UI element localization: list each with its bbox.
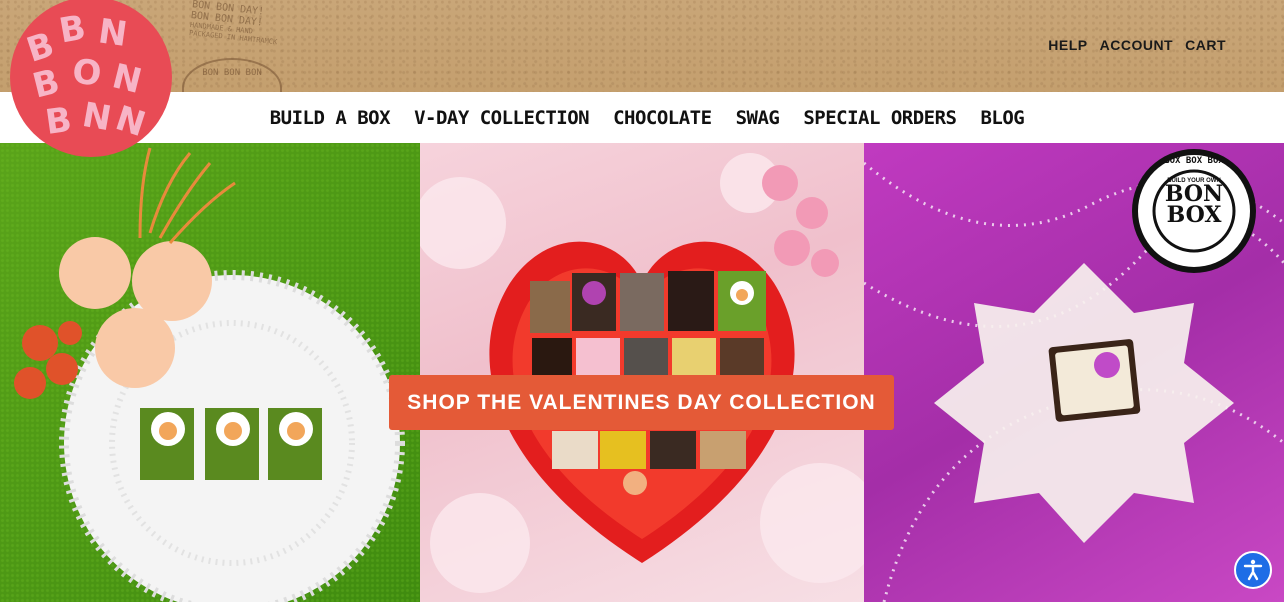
- accessibility-button[interactable]: [1234, 551, 1272, 589]
- bon-bon-bon-logo-icon: B B N B O N B N N: [22, 8, 150, 146]
- hero-panel-purple: BOX BOX BOX BUILD YOUR OWN BON BOX: [864, 143, 1284, 602]
- account-link[interactable]: ACCOUNT: [1100, 37, 1174, 53]
- svg-text:B: B: [56, 8, 88, 52]
- help-link[interactable]: HELP: [1048, 37, 1087, 53]
- svg-text:N: N: [96, 11, 130, 55]
- heart-box-image: [420, 153, 864, 593]
- doily-with-bonbons-image: [14, 147, 405, 602]
- nav-special-orders[interactable]: SPECIAL ORDERS: [803, 107, 957, 129]
- utility-nav: HELP ACCOUNT CART: [1048, 37, 1226, 53]
- nav-vday-collection[interactable]: V-DAY COLLECTION: [414, 107, 590, 129]
- badge-line3: BOX: [1166, 202, 1222, 228]
- hero-panel-pink: [420, 143, 864, 602]
- badge-top: BOX BOX BOX: [1164, 156, 1224, 166]
- handmade-stamp: BON BON DAY! BON BON DAY! HANDMADE & HAN…: [188, 0, 287, 55]
- cart-link[interactable]: CART: [1185, 37, 1226, 53]
- nav-blog[interactable]: BLOG: [980, 107, 1024, 129]
- svg-text:B: B: [43, 100, 74, 143]
- svg-text:N: N: [111, 98, 150, 145]
- svg-text:N: N: [79, 95, 114, 139]
- header-bar: BON BON DAY! BON BON DAY! HANDMADE & HAN…: [0, 0, 1284, 118]
- nav-build-a-box[interactable]: BUILD A BOX: [270, 107, 391, 129]
- nav-swag[interactable]: SWAG: [736, 107, 780, 129]
- hero-panel-green: [0, 143, 420, 602]
- brand-logo[interactable]: B B N B O N B N N: [10, 0, 172, 157]
- svg-text:B: B: [29, 62, 64, 107]
- shop-valentines-button[interactable]: SHOP THE VALENTINES DAY COLLECTION: [389, 375, 894, 430]
- nav-chocolate[interactable]: CHOCOLATE: [613, 107, 712, 129]
- svg-text:N: N: [108, 56, 145, 102]
- svg-text:O: O: [70, 52, 103, 95]
- badge-text: BOX BOX BOX BUILD YOUR OWN BON BOX: [1144, 156, 1244, 228]
- main-nav: BUILD A BOX V-DAY COLLECTION CHOCOLATE S…: [0, 92, 1284, 143]
- hero-banner: BOX BOX BOX BUILD YOUR OWN BON BOX: [0, 143, 1284, 602]
- accessibility-icon: [1243, 559, 1263, 581]
